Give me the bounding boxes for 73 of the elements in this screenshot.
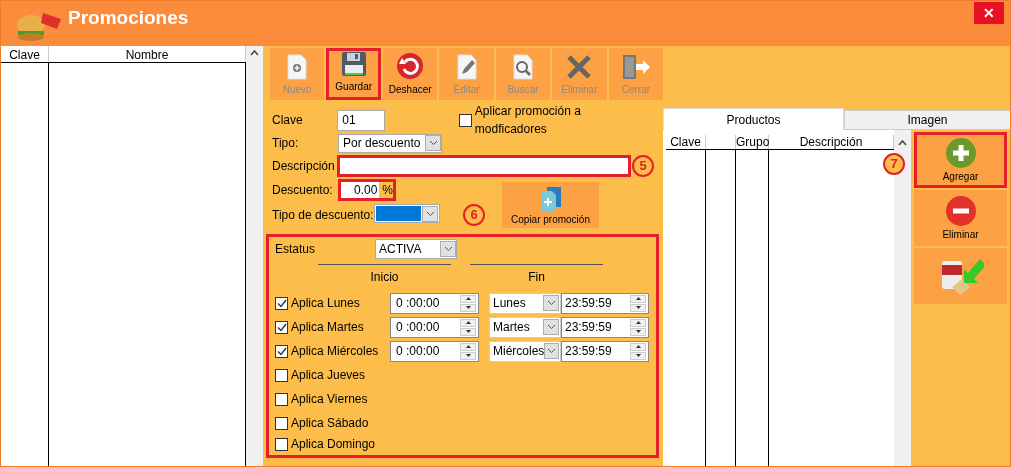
checkbox-label[interactable]: Aplica Domingo (291, 435, 376, 453)
tab[interactable]: Productos (663, 108, 844, 130)
checkbox-label[interactable]: Aplica Lunes (291, 294, 360, 312)
copy-document-icon (538, 186, 563, 212)
column-header[interactable]: Clave (1, 46, 49, 62)
spinner-arrows-icon[interactable] (630, 342, 646, 360)
checkbox[interactable] (275, 392, 288, 406)
description-field[interactable] (337, 155, 632, 177)
import-button[interactable] (914, 248, 1007, 304)
spinner-arrows-icon[interactable] (630, 318, 646, 336)
checkbox[interactable] (275, 296, 288, 310)
close-button[interactable]: ✕ (974, 2, 1004, 24)
end-time-field[interactable]: 23:59:59 (561, 340, 649, 362)
minus-icon (944, 194, 977, 227)
spinner-arrows-icon[interactable] (460, 342, 476, 360)
end-time-field[interactable]: 23:59:59 (561, 292, 649, 314)
scroll-up-icon[interactable] (898, 140, 907, 146)
window-title: Promociones (68, 6, 189, 30)
discount-field[interactable]: 0.00 % (338, 179, 396, 201)
checkbox[interactable] (275, 368, 288, 382)
spinner-arrows-icon[interactable] (460, 294, 476, 312)
start-time-field[interactable]: 0 :00:00 (390, 292, 479, 314)
callout-number: 7 (883, 153, 905, 175)
field-label: Clave (272, 112, 304, 129)
undo-icon (396, 52, 425, 80)
checkbox-label[interactable]: Aplica Miércoles (291, 342, 379, 360)
column-header[interactable]: Clave (666, 135, 706, 149)
toolbar-button[interactable]: Guardar (326, 48, 381, 100)
field-label: Tipo de descuento: (272, 207, 374, 224)
type-dropdown[interactable]: Por descuento (338, 133, 442, 153)
end-day-dropdown[interactable]: Martes (489, 316, 561, 338)
end-day-dropdown[interactable]: Lunes (489, 292, 561, 314)
scroll-up-icon[interactable] (250, 50, 259, 56)
scrollbar[interactable] (246, 46, 263, 466)
column-heading: Fin (527, 269, 546, 286)
column-header[interactable]: Grupo (736, 135, 769, 149)
exit-door-icon (620, 54, 651, 80)
toolbar-button[interactable]: Deshacer (383, 48, 438, 100)
field-label: Tipo: (272, 135, 300, 152)
checkbox[interactable] (275, 320, 288, 334)
copy-promotion-button[interactable]: Copiar promoción (502, 182, 599, 228)
color-dropdown[interactable] (374, 204, 440, 223)
checkbox[interactable] (275, 437, 288, 451)
document-pencil-icon (455, 54, 478, 80)
end-day-dropdown[interactable]: Miércoles (489, 340, 561, 362)
x-icon (566, 54, 593, 80)
code-field[interactable]: 01 (337, 109, 385, 131)
checkbox[interactable] (275, 416, 288, 430)
callout-number: 5 (632, 155, 654, 177)
checkbox[interactable] (275, 344, 288, 358)
checkbox-label[interactable]: Aplica Viernes (291, 390, 368, 408)
spinner-arrows-icon[interactable] (460, 318, 476, 336)
field-label: Estatus (275, 241, 317, 258)
document-plus-icon (286, 54, 309, 80)
checkbox-label[interactable]: Aplica Martes (291, 318, 364, 336)
document-magnifier-icon (512, 54, 534, 80)
start-time-field[interactable]: 0 :00:00 (390, 316, 479, 338)
checkbox-label[interactable]: Aplica Jueves (291, 366, 366, 384)
add-button[interactable]: Agregar (914, 132, 1007, 188)
field-label: Descripción (272, 158, 336, 175)
checkbox[interactable] (458, 113, 472, 127)
remove-button[interactable]: Eliminar (914, 190, 1007, 246)
column-heading: Inicio (369, 269, 400, 286)
callout-number: 6 (463, 204, 485, 226)
start-time-field[interactable]: 0 :00:00 (390, 340, 479, 362)
spinner-arrows-icon[interactable] (630, 294, 646, 312)
status-dropdown[interactable]: ACTIVA (375, 239, 457, 259)
checkbox-label[interactable]: Aplica Sábado (291, 414, 369, 432)
end-time-field[interactable]: 23:59:59 (561, 316, 649, 338)
plus-icon (944, 136, 977, 169)
field-label: Descuento: (272, 182, 334, 199)
checkbox-label[interactable]: Aplicar promoción a modficadores (474, 102, 654, 138)
tab[interactable]: Imagen (844, 110, 1010, 130)
